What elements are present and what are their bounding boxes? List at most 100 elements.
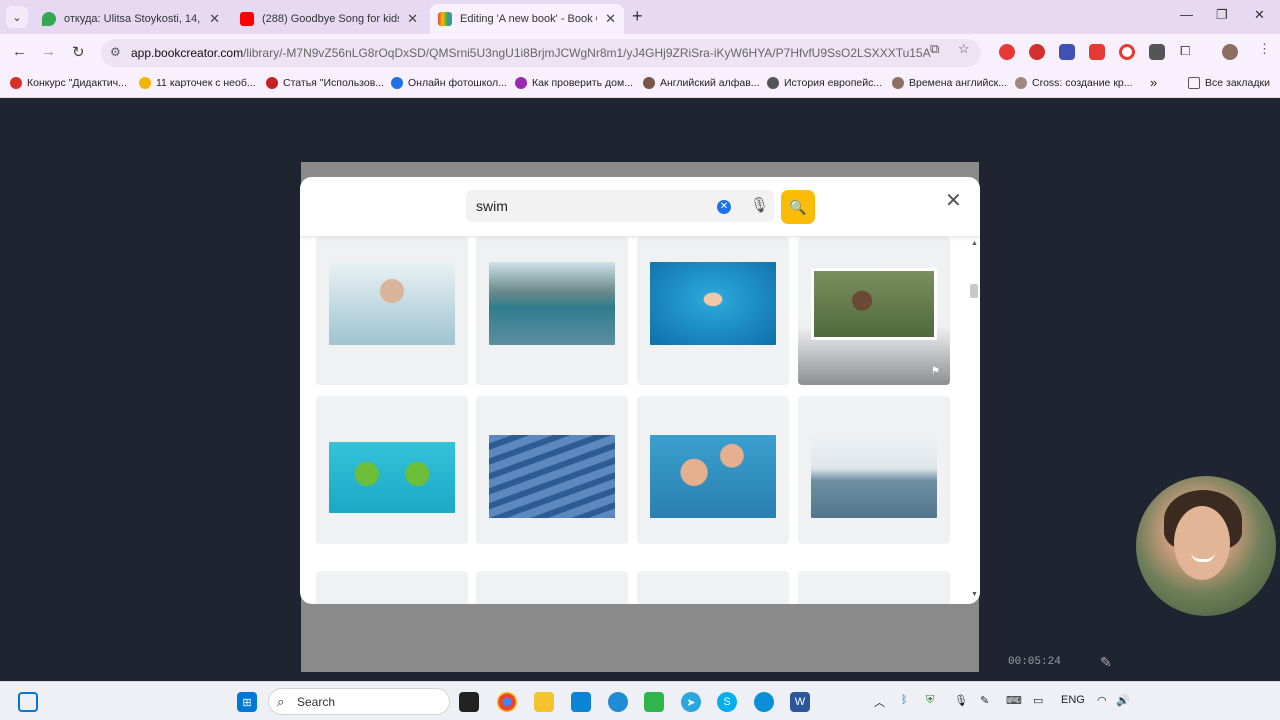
tab-title: откуда: Ulitsa Stoykosti, 14, Sai: [64, 13, 201, 25]
image-result-card[interactable]: [798, 571, 950, 604]
tab-youtube[interactable]: (288) Goodbye Song for kids | T ✕: [232, 4, 426, 34]
more-bookmarks-button[interactable]: »: [1150, 75, 1157, 90]
clear-search-icon[interactable]: ✕: [717, 200, 731, 214]
start-windows-icon[interactable]: ⊞: [237, 692, 257, 712]
search-icon: ⌕: [277, 694, 285, 709]
image-result-card[interactable]: [476, 396, 628, 544]
task-view-icon[interactable]: [459, 692, 479, 712]
bookmark-item[interactable]: Как проверить дом...: [515, 77, 633, 89]
image-result-card[interactable]: [637, 571, 789, 604]
bookmark-star-icon[interactable]: ☆: [958, 41, 970, 57]
recording-timer: 00:05:24: [1008, 656, 1061, 668]
site-info-icon[interactable]: ⚙: [110, 45, 121, 59]
language-indicator[interactable]: ENG: [1061, 694, 1085, 706]
bookmark-label: Онлайн фотошкол...: [408, 77, 507, 89]
bookmark-label: История европейс...: [784, 77, 883, 89]
bookmark-item[interactable]: Английский алфав...: [643, 77, 760, 89]
bookmark-item[interactable]: Конкурс "Дидактич...: [10, 77, 127, 89]
display-icon[interactable]: ▭: [1033, 694, 1043, 707]
bookmark-favicon-icon: [515, 77, 527, 89]
volume-icon[interactable]: 🔊: [1116, 694, 1130, 707]
extensions-puzzle-icon[interactable]: ⧠: [1180, 43, 1190, 59]
close-tab-icon[interactable]: ✕: [407, 11, 418, 27]
bookmark-label: Статья "Использов...: [283, 77, 385, 89]
bookmark-item[interactable]: Статья "Использов...: [266, 77, 384, 89]
word-icon[interactable]: W: [790, 692, 810, 712]
scroll-thumb[interactable]: [970, 284, 978, 298]
extension-icon[interactable]: [1089, 44, 1105, 60]
app-icon[interactable]: [608, 692, 628, 712]
image-result-card[interactable]: [798, 396, 950, 544]
menu-dots-icon[interactable]: ⋮: [1258, 41, 1271, 57]
tab-search-button[interactable]: ⌄: [6, 6, 28, 28]
extension-icon[interactable]: [1059, 44, 1075, 60]
all-bookmarks-label: Все закладки: [1205, 77, 1270, 89]
bookmark-item[interactable]: Времена английск...: [892, 77, 1007, 89]
new-tab-button[interactable]: +: [632, 6, 643, 27]
bookmark-favicon-icon: [892, 77, 904, 89]
wifi-icon[interactable]: ◠: [1097, 694, 1107, 707]
bookmark-label: Cross: создание кр...: [1032, 77, 1133, 89]
forward-icon[interactable]: →: [41, 43, 56, 60]
bookmark-item[interactable]: История европейс...: [767, 77, 882, 89]
image-result-card[interactable]: [316, 571, 468, 604]
show-hidden-icons-icon[interactable]: ︿: [874, 694, 885, 710]
pen-icon[interactable]: ✎: [980, 694, 989, 707]
close-tab-icon[interactable]: ✕: [209, 11, 220, 27]
image-result-card[interactable]: [316, 396, 468, 544]
reload-icon[interactable]: ↻: [72, 43, 85, 61]
results-scrollbar[interactable]: ▲ ▼: [968, 237, 980, 604]
extension-icon[interactable]: [1149, 44, 1165, 60]
image-result-card[interactable]: [637, 396, 789, 544]
record-extension-icon[interactable]: [1119, 44, 1135, 60]
image-result-card[interactable]: [637, 237, 789, 385]
close-dialog-icon[interactable]: ✕: [945, 188, 962, 213]
keyboard-icon[interactable]: ⌨: [1006, 694, 1022, 707]
scroll-down-arrow-icon[interactable]: ▼: [971, 591, 978, 598]
youtube-icon: [240, 12, 254, 26]
microphone-icon[interactable]: 🎙: [750, 196, 769, 214]
taskbar-search-label: Search: [297, 694, 336, 709]
image-result-card[interactable]: ⚑: [798, 237, 950, 385]
microphone-tray-icon[interactable]: 🎙: [954, 694, 968, 707]
webcam-person-face: [1174, 506, 1230, 580]
taskbar-search[interactable]: ⌕ Search: [268, 688, 450, 715]
minimize-icon[interactable]: —: [1180, 7, 1193, 22]
install-app-icon[interactable]: ⧉: [930, 41, 939, 57]
bluetooth-icon[interactable]: ᛒ: [901, 694, 908, 706]
bookmark-favicon-icon: [767, 77, 779, 89]
scroll-up-arrow-icon[interactable]: ▲: [971, 240, 978, 247]
tab-book-creator[interactable]: Editing 'A new book' - Book Cre ✕: [430, 4, 624, 34]
tab-maps[interactable]: откуда: Ulitsa Stoykosti, 14, Sai ✕: [34, 4, 228, 34]
file-explorer-icon[interactable]: [534, 692, 554, 712]
opera-extension-icon[interactable]: [999, 44, 1015, 60]
report-flag-icon[interactable]: ⚑: [931, 366, 940, 377]
pencil-icon[interactable]: ✎: [1100, 654, 1112, 671]
security-icon[interactable]: ⛨: [926, 694, 934, 707]
image-result-card[interactable]: [476, 571, 628, 604]
profile-avatar[interactable]: [1222, 44, 1238, 60]
bookmark-favicon-icon: [391, 77, 403, 89]
all-bookmarks-button[interactable]: Все закладки: [1188, 77, 1270, 89]
bookmark-item[interactable]: 11 карточек с необ...: [139, 77, 256, 89]
back-icon[interactable]: ←: [12, 43, 27, 60]
image-result-card[interactable]: [476, 237, 628, 385]
skype-icon[interactable]: S: [717, 692, 737, 712]
close-tab-icon[interactable]: ✕: [605, 11, 616, 27]
widgets-icon[interactable]: [18, 692, 38, 712]
image-result-card[interactable]: [316, 237, 468, 385]
app-icon[interactable]: [644, 692, 664, 712]
chrome-icon[interactable]: [497, 692, 517, 712]
address-bar[interactable]: ⚙ app.bookcreator.com/library/-M7N9vZ56n…: [101, 39, 981, 67]
bookmark-favicon-icon: [1015, 77, 1027, 89]
close-window-icon[interactable]: ✕: [1254, 7, 1265, 23]
edge-icon[interactable]: [754, 692, 774, 712]
bookmark-item[interactable]: Онлайн фотошкол...: [391, 77, 507, 89]
meeting-app-icon[interactable]: [571, 692, 591, 712]
search-button[interactable]: 🔍: [781, 190, 815, 224]
restore-icon[interactable]: ❐: [1216, 7, 1228, 23]
image-results-grid: ⚑: [300, 237, 968, 604]
telegram-icon[interactable]: ➤: [681, 692, 701, 712]
bookmark-item[interactable]: Cross: создание кр...: [1015, 77, 1133, 89]
adblock-extension-icon[interactable]: [1029, 44, 1045, 60]
